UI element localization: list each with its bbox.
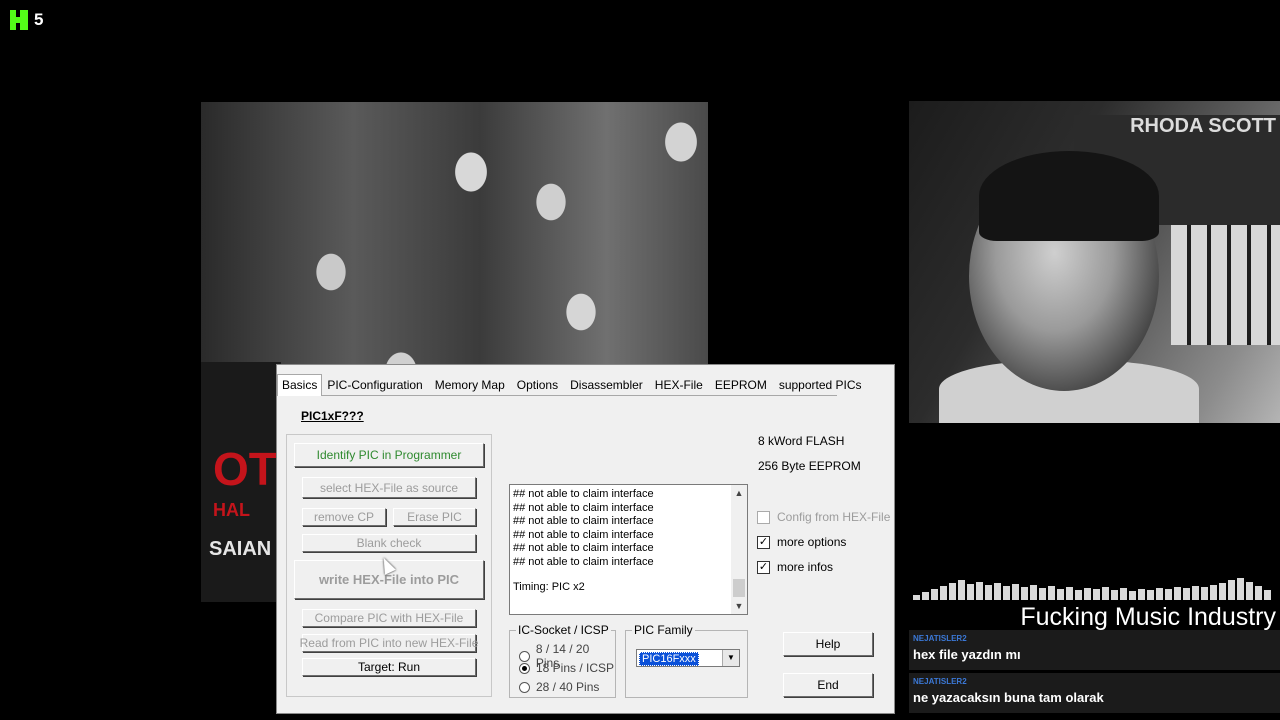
checkbox-checked-icon: ✓ [757,535,770,549]
log-scrollbar[interactable]: ▲ ▼ [731,485,747,614]
pic-family-group: PIC Family PIC16Fxxx ▼ [625,623,748,698]
compare-button[interactable]: Compare PIC with HEX-File [302,609,476,627]
tab-supported-pics[interactable]: supported PICs [774,374,867,395]
kick-overlay: 5 [10,10,43,30]
log-line: ## not able to claim interface [513,488,654,500]
radio-label: 28 / 40 Pins [536,680,600,694]
log-timing: Timing: PIC x2 [513,581,585,593]
tab-basics[interactable]: Basics [277,374,323,396]
album-cover-subtitle: HAL [213,500,250,520]
album-cover-title: OT [213,443,277,495]
poster-text: RHODA SCOTT [1130,115,1276,137]
radio-icon [519,650,530,662]
more-options-checkbox[interactable]: ✓ more options [757,535,846,549]
log-line: ## not able to claim interface [513,542,654,554]
log-output[interactable]: ## not able to claim interface ## not ab… [509,484,748,615]
scroll-thumb[interactable] [733,579,745,597]
chat-username: NEJATISLER2 [913,677,967,686]
checkbox-label: more infos [777,560,834,574]
kick-logo-icon [10,10,28,30]
read-from-pic-button[interactable]: Read from PIC into new HEX-File [300,634,478,652]
log-line: ## not able to claim interface [513,515,654,527]
select-hex-button[interactable]: select HEX-File as source [302,477,476,498]
scroll-down-icon[interactable]: ▼ [731,598,747,614]
chat-message: NEJATISLER2 hex file yazdın mı [909,630,1280,670]
log-line: ## not able to claim interface [513,555,654,568]
end-button[interactable]: End [783,673,873,697]
chat-text: hex file yazdın mı [913,647,1021,662]
tab-bar: Basics PIC-Configuration Memory Map Opti… [277,373,862,396]
chat-text: ne yazacaksın buna tam olarak [913,690,1104,705]
help-button[interactable]: Help [783,632,873,656]
ic-socket-group: IC-Socket / ICSP 8 / 14 / 20 Pins 18 Pin… [509,623,616,698]
log-line: ## not able to claim interface [513,528,654,541]
tab-memory-map[interactable]: Memory Map [430,374,510,395]
radio-18-pins-icsp[interactable]: 18 Pins / ICSP [519,661,614,675]
wall-tiles [1171,225,1280,345]
checkbox-checked-icon: ✓ [757,560,770,574]
remove-cp-button[interactable]: remove CP [302,508,386,526]
webcam-feed: RHODA SCOTT [909,101,1280,423]
radio-icon [519,681,530,693]
pic-family-legend: PIC Family [632,623,695,637]
eeprom-info: 256 Byte EEPROM [758,459,861,473]
target-run-button[interactable]: Target: Run [302,658,476,676]
chat-message: NEJATISLER2 ne yazacaksın buna tam olara… [909,673,1280,713]
log-line: ## not able to claim interface [513,501,654,514]
pic-family-value: PIC16Fxxx [639,652,699,666]
checkbox-label: Config from HEX-File [777,510,891,524]
chat-username: NEJATISLER2 [913,634,967,643]
pic-title: PIC1xF??? [301,409,364,423]
audio-visualizer [913,575,1274,600]
pic-family-select[interactable]: PIC16Fxxx ▼ [636,649,740,667]
viewer-count: 5 [34,10,44,29]
chevron-down-icon[interactable]: ▼ [722,650,739,666]
streamer-hair [979,151,1159,241]
config-from-hex-checkbox[interactable]: Config from HEX-File [757,510,890,524]
checkbox-label: more options [777,535,847,549]
tab-disassembler[interactable]: Disassembler [565,374,648,395]
tab-options[interactable]: Options [512,374,563,395]
flash-info: 8 kWord FLASH [758,434,845,448]
checkbox-box [757,510,770,524]
radio-28-40-pins[interactable]: 28 / 40 Pins [519,680,599,694]
pic-programmer-window: Basics PIC-Configuration Memory Map Opti… [276,364,895,714]
identify-pic-button[interactable]: Identify PIC in Programmer [294,443,484,467]
now-playing: Fucking Music Industry [1020,603,1276,631]
scroll-up-icon[interactable]: ▲ [731,485,747,501]
tab-hex-file[interactable]: HEX-File [650,374,708,395]
tab-eeprom[interactable]: EEPROM [710,374,772,395]
ic-socket-legend: IC-Socket / ICSP [516,623,611,637]
radio-label: 18 Pins / ICSP [536,661,615,675]
more-infos-checkbox[interactable]: ✓ more infos [757,560,833,574]
erase-pic-button[interactable]: Erase PIC [393,508,476,526]
tab-pic-configuration[interactable]: PIC-Configuration [322,374,427,395]
blank-check-button[interactable]: Blank check [302,534,476,552]
log-lines: ## not able to claim interface ## not ab… [513,488,654,569]
album-cover-artist: SAIAN [209,538,272,560]
radio-selected-icon [519,662,530,674]
